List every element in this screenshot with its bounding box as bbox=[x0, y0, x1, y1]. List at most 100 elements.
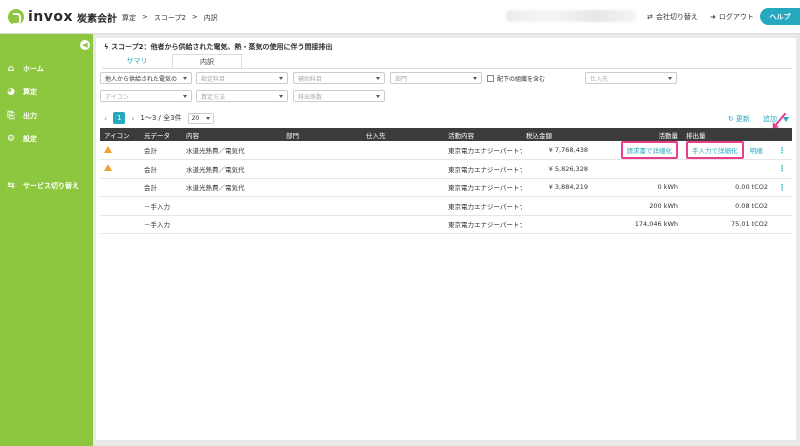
column-header[interactable]: 活動内容 bbox=[444, 128, 522, 141]
warning-cell bbox=[100, 141, 140, 160]
help-button[interactable]: ヘルプ bbox=[760, 8, 800, 25]
supplier-cell bbox=[362, 215, 444, 234]
empty-cell bbox=[772, 197, 792, 216]
column-header[interactable]: 税込金額 bbox=[522, 128, 592, 141]
lightning-icon: ϟ bbox=[104, 43, 112, 51]
emission-cell: 手入力で詳細化 明細 bbox=[682, 141, 772, 160]
amount-cell: ¥ 3,884,219 bbox=[548, 183, 588, 192]
column-header[interactable]: 排出量 bbox=[682, 128, 772, 141]
amount-cell: ¥ 7,768,438 bbox=[548, 146, 588, 154]
amount-cell bbox=[522, 197, 592, 216]
emission-factor-select-placeholder: 排出係数 bbox=[298, 93, 323, 101]
department-select[interactable]: 部門 bbox=[390, 72, 482, 84]
page-summary: 1〜3 / 全3件 bbox=[140, 114, 182, 122]
category-select[interactable]: 他人から供給された電気の bbox=[100, 72, 192, 84]
chevron-down-icon bbox=[183, 94, 187, 98]
source-cell: 会計 bbox=[144, 165, 157, 174]
emission-factor-select[interactable]: 排出係数 bbox=[293, 90, 385, 102]
breadcrumb-separator: > bbox=[142, 13, 148, 21]
account-select[interactable]: 勘定科目 bbox=[196, 72, 288, 84]
emission-cell: 0.00 tCO2 bbox=[735, 183, 768, 192]
detail-by-manual-button[interactable]: 手入力で詳細化 bbox=[686, 141, 744, 159]
detail-by-invoice-button[interactable]: 請求書で詳細化 bbox=[620, 141, 678, 159]
pie-chart-icon: ◕ bbox=[7, 87, 15, 97]
dept-cell bbox=[282, 197, 362, 216]
column-header[interactable]: 仕入先 bbox=[362, 128, 444, 141]
chevron-down-icon bbox=[279, 76, 283, 80]
collapse-sidebar-icon[interactable]: ◀ bbox=[80, 40, 90, 50]
activity-cell: 東京電力エナジーパートナ bbox=[448, 221, 522, 230]
tab-summary[interactable]: サマリ bbox=[102, 54, 172, 68]
breadcrumb-separator: > bbox=[191, 13, 198, 21]
table-row[interactable]: 会計 水道光熱費／電気代 東京電力エナジーパートナ ¥ 3,884,219 0 … bbox=[100, 178, 792, 197]
app-logo[interactable]: invox 炭素会計 bbox=[8, 9, 117, 25]
page-title-text: スコープ2：他者から供給された電気、熱・蒸気の使用に伴う間接排出 bbox=[111, 43, 333, 51]
activity-cell: 東京電力エナジーパートナ bbox=[448, 165, 522, 174]
building-icon: ⇄ bbox=[647, 13, 653, 21]
tab-bar: サマリ 内訳 bbox=[102, 54, 242, 68]
table-row[interactable]: 会計 水道光熱費／電気代 東京電力エナジーパートナ ¥ 7,768,438 請求… bbox=[100, 141, 792, 160]
sub-account-select[interactable]: 補助科目 bbox=[293, 72, 385, 84]
statement-button[interactable]: 明細 bbox=[746, 143, 767, 157]
chevron-right-icon[interactable]: › bbox=[131, 114, 134, 123]
qty-cell: 200 kWh bbox=[649, 201, 678, 210]
update-button[interactable]: ↻ 更新 bbox=[728, 114, 750, 124]
supplier-select-placeholder: 仕入先 bbox=[590, 75, 609, 83]
bottom-gutter bbox=[96, 440, 796, 446]
chevron-down-icon bbox=[205, 116, 210, 120]
table-row[interactable]: －手入力 東京電力エナジーパートナ 200 kWh 0.08 tCO2 bbox=[100, 197, 792, 216]
table-row[interactable]: －手入力 東京電力エナジーパートナ 174,046 kWh 75.01 tCO2 bbox=[100, 215, 792, 234]
breadcrumb-item-scope2[interactable]: スコープ2 bbox=[154, 13, 186, 23]
checkbox-box[interactable] bbox=[487, 75, 494, 82]
column-header[interactable]: アイコン bbox=[100, 128, 140, 141]
page-title: ϟ スコープ2：他者から供給された電気、熱・蒸気の使用に伴う間接排出 bbox=[104, 42, 333, 52]
row-menu-icon[interactable]: ⋮ bbox=[772, 178, 792, 197]
tab-breakdown[interactable]: 内訳 bbox=[172, 54, 242, 68]
chevron-down-icon bbox=[279, 94, 283, 98]
emissions-table: アイコン 元データ 内容 部門 仕入先 活動内容 税込金額 活動量 排出量 会計… bbox=[100, 128, 792, 234]
chevron-down-icon bbox=[183, 76, 187, 80]
icon-select-placeholder: アイコン bbox=[105, 93, 129, 101]
dept-cell bbox=[282, 141, 362, 160]
include-sub-checkbox[interactable]: 配下の組織を含む bbox=[487, 74, 545, 83]
sidebar-item-service-switch[interactable]: ⇆ サービス切り替え bbox=[6, 181, 79, 191]
qty-cell: 請求書で詳細化 bbox=[592, 141, 682, 160]
update-label: 更新 bbox=[735, 115, 750, 123]
row-menu-icon[interactable]: ⋮ bbox=[772, 141, 792, 160]
logout-button[interactable]: ➜ ログアウト bbox=[710, 12, 754, 22]
column-header[interactable]: 部門 bbox=[282, 128, 362, 141]
page-current[interactable]: 1 bbox=[113, 112, 126, 124]
chevron-down-icon bbox=[376, 76, 380, 80]
sidebar-item-label: 出力 bbox=[23, 112, 37, 120]
logo-sub: 炭素会計 bbox=[77, 13, 118, 25]
logo-icon bbox=[8, 9, 24, 25]
qty-cell: 0 kWh bbox=[657, 183, 678, 192]
switch-icon: ⇆ bbox=[7, 181, 15, 191]
sidebar-item-export[interactable]: ⎘ 出力 bbox=[6, 111, 37, 121]
sub-account-select-placeholder: 補助科目 bbox=[298, 75, 323, 83]
breadcrumb-item-breakdown: 内訳 bbox=[203, 14, 218, 22]
calc-method-select[interactable]: 算定方法 bbox=[196, 90, 288, 102]
column-header[interactable]: 内容 bbox=[182, 128, 282, 141]
activity-cell: 東京電力エナジーパートナ bbox=[448, 184, 522, 193]
emission-cell bbox=[682, 160, 772, 179]
refresh-icon: ↻ bbox=[728, 115, 734, 123]
column-header[interactable]: 活動量 bbox=[592, 128, 682, 141]
emission-cell: 0.08 tCO2 bbox=[735, 201, 768, 210]
content-cell: 水道光熱費／電気代 bbox=[186, 184, 245, 193]
page-size-select[interactable]: 20 bbox=[187, 112, 214, 124]
column-header[interactable]: 元データ bbox=[140, 128, 182, 141]
supplier-select[interactable]: 仕入先 bbox=[585, 72, 677, 84]
row-menu-icon[interactable]: ⋮ bbox=[772, 160, 792, 179]
table-row[interactable]: 会計 水道光熱費／電気代 東京電力エナジーパートナ ¥ 5,826,328 ⋮ bbox=[100, 160, 792, 179]
icon-select[interactable]: アイコン bbox=[100, 90, 192, 102]
filter-icon[interactable] bbox=[783, 116, 789, 122]
sidebar-item-calc[interactable]: ◕ 算定 bbox=[6, 87, 37, 97]
breadcrumb-item-calc[interactable]: 算定 bbox=[122, 13, 136, 23]
chevron-left-icon[interactable]: ‹ bbox=[104, 114, 107, 123]
sidebar-item-home[interactable]: ⌂ ホーム bbox=[6, 64, 44, 74]
switch-company-label: 会社切り替え bbox=[655, 13, 698, 21]
sidebar-item-settings[interactable]: ⚙ 設定 bbox=[6, 134, 37, 144]
switch-company-button[interactable]: ⇄ 会社切り替え bbox=[647, 12, 698, 22]
table-header-row: アイコン 元データ 内容 部門 仕入先 活動内容 税込金額 活動量 排出量 bbox=[100, 128, 792, 141]
